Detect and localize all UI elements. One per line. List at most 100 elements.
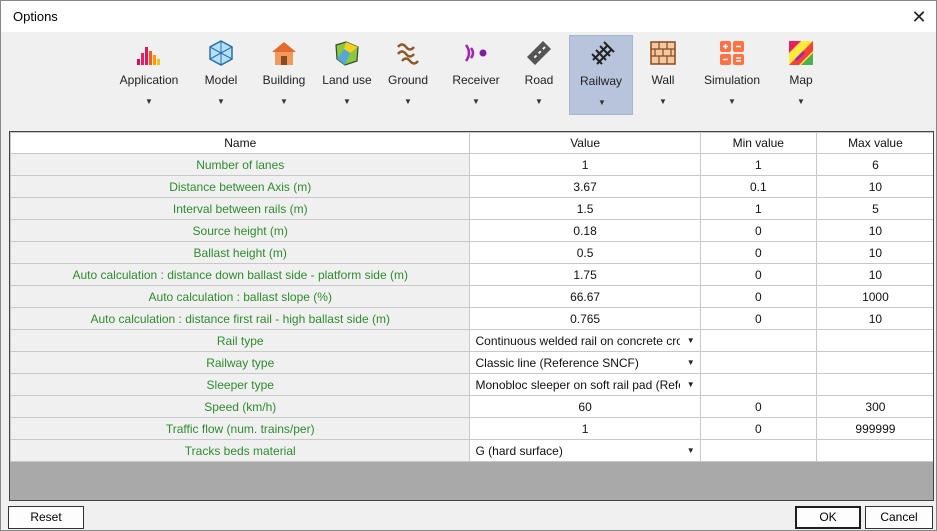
property-name: Ballast height (m) (10, 241, 471, 264)
min-value-cell: 0 (699, 285, 817, 308)
property-name: Traffic flow (num. trains/per) (10, 417, 471, 440)
min-value-cell: 0 (699, 417, 817, 440)
toolbar-map-button[interactable]: Map ▼ (769, 35, 833, 115)
chevron-down-icon[interactable]: ▼ (728, 97, 736, 106)
table-row: Interval between rails (m) 1.5 1 5 (10, 197, 933, 220)
toolbar-application-button[interactable]: Application ▼ (117, 35, 181, 115)
chevron-down-icon[interactable]: ▼ (145, 97, 153, 106)
chevron-down-icon[interactable]: ▼ (343, 97, 351, 106)
cancel-button[interactable]: Cancel (865, 506, 933, 529)
min-value-cell (699, 373, 817, 396)
property-name: Rail type (10, 329, 471, 352)
property-value-input[interactable]: 1 (469, 417, 701, 440)
property-value-dropdown[interactable]: Classic line (Reference SNCF) ▼ (469, 351, 701, 374)
model-icon (207, 39, 235, 67)
building-icon (270, 39, 298, 67)
dropdown-arrow-icon[interactable]: ▼ (685, 334, 697, 348)
receiver-icon (462, 39, 490, 67)
ground-icon (394, 39, 422, 67)
close-icon[interactable]: ✕ (906, 4, 932, 30)
title-bar: Options ✕ (1, 1, 936, 32)
table-row: Sleeper type Monobloc sleeper on soft rai… (10, 373, 933, 396)
map-icon (787, 39, 815, 67)
property-name: Auto calculation : distance first rail -… (10, 307, 471, 330)
header-name: Name (10, 132, 471, 154)
chevron-down-icon[interactable]: ▼ (797, 97, 805, 106)
category-toolbar: Application ▼ Model ▼ Building ▼ Land use ▼ Grou… (1, 32, 936, 118)
header-max-value: Max value (815, 132, 933, 154)
property-name: Distance between Axis (m) (10, 175, 471, 198)
simulation-icon (718, 39, 746, 67)
min-value-cell: 1 (699, 153, 817, 176)
table-row: Tracks beds material G (hard surface) ▼ (10, 439, 933, 462)
chevron-down-icon[interactable]: ▼ (404, 97, 412, 106)
dropdown-arrow-icon[interactable]: ▼ (685, 444, 697, 458)
table-row: Rail type Continuous welded rail on concr… (10, 329, 933, 352)
toolbar-simulation-button[interactable]: Simulation ▼ (700, 35, 764, 115)
chevron-down-icon[interactable]: ▼ (472, 97, 480, 106)
dropdown-value: Classic line (Reference SNCF) (475, 355, 639, 370)
property-value-input[interactable]: 60 (469, 395, 701, 418)
max-value-cell: 10 (815, 241, 933, 264)
property-value-input[interactable]: 1.5 (469, 197, 701, 220)
toolbar-wall-button[interactable]: Wall ▼ (631, 35, 695, 115)
min-value-cell (699, 351, 817, 374)
chevron-down-icon[interactable]: ▼ (659, 97, 667, 106)
options-window: Options ✕ Application ▼ Model ▼ Building ▼ Lan… (0, 0, 937, 531)
dropdown-value: Continuous welded rail on concrete cross (475, 333, 681, 348)
min-value-cell (699, 329, 817, 352)
toolbar-ground-button[interactable]: Ground ▼ (376, 35, 440, 115)
property-name: Interval between rails (m) (10, 197, 471, 220)
property-value-input[interactable]: 1.75 (469, 263, 701, 286)
property-name: Source height (m) (10, 219, 471, 242)
property-value-input[interactable]: 0.765 (469, 307, 701, 330)
property-name: Railway type (10, 351, 471, 374)
chevron-down-icon[interactable]: ▼ (598, 98, 606, 107)
properties-table: Name Value Min value Max value Number of… (10, 132, 933, 462)
application-icon (135, 39, 163, 67)
property-value-input[interactable]: 3.67 (469, 175, 701, 198)
table-row: Railway type Classic line (Reference SNCF… (10, 351, 933, 374)
wall-icon (649, 39, 677, 67)
table-header-row: Name Value Min value Max value (10, 132, 933, 154)
min-value-cell: 0 (699, 307, 817, 330)
reset-button[interactable]: Reset (8, 506, 84, 529)
dropdown-arrow-icon[interactable]: ▼ (685, 356, 697, 370)
property-name: Speed (km/h) (10, 395, 471, 418)
max-value-cell: 999999 (815, 417, 933, 440)
table-row: Source height (m) 0.18 0 10 (10, 219, 933, 242)
property-value-dropdown[interactable]: Continuous welded rail on concrete cross… (469, 329, 701, 352)
road-icon (525, 39, 553, 67)
max-value-cell: 10 (815, 263, 933, 286)
table-row: Traffic flow (num. trains/per) 1 0 999999 (10, 417, 933, 440)
max-value-cell: 300 (815, 395, 933, 418)
chevron-down-icon[interactable]: ▼ (217, 97, 225, 106)
table-row: Auto calculation : distance first rail -… (10, 307, 933, 330)
max-value-cell: 5 (815, 197, 933, 220)
max-value-cell (815, 329, 933, 352)
property-value-input[interactable]: 66.67 (469, 285, 701, 308)
property-value-input[interactable]: 0.5 (469, 241, 701, 264)
property-name: Auto calculation : ballast slope (%) (10, 285, 471, 308)
window-title: Options (13, 9, 58, 24)
property-name: Sleeper type (10, 373, 471, 396)
dropdown-arrow-icon[interactable]: ▼ (685, 378, 697, 392)
max-value-cell (815, 439, 933, 462)
property-value-dropdown[interactable]: G (hard surface) ▼ (469, 439, 701, 462)
dropdown-value: Monobloc sleeper on soft rail pad (Refer… (475, 377, 681, 392)
property-value-dropdown[interactable]: Monobloc sleeper on soft rail pad (Refer… (469, 373, 701, 396)
min-value-cell (699, 439, 817, 462)
property-value-input[interactable]: 0.18 (469, 219, 701, 242)
ok-button[interactable]: OK (795, 506, 861, 529)
table-row: Number of lanes 1 1 6 (10, 153, 933, 176)
max-value-cell: 6 (815, 153, 933, 176)
min-value-cell: 0 (699, 219, 817, 242)
chevron-down-icon[interactable]: ▼ (280, 97, 288, 106)
property-value-input[interactable]: 1 (469, 153, 701, 176)
header-min-value: Min value (699, 132, 817, 154)
max-value-cell: 10 (815, 307, 933, 330)
chevron-down-icon[interactable]: ▼ (535, 97, 543, 106)
toolbar-label: Map (789, 73, 813, 87)
property-name: Auto calculation : distance down ballast… (10, 263, 471, 286)
table-row: Auto calculation : ballast slope (%) 66.6… (10, 285, 933, 308)
